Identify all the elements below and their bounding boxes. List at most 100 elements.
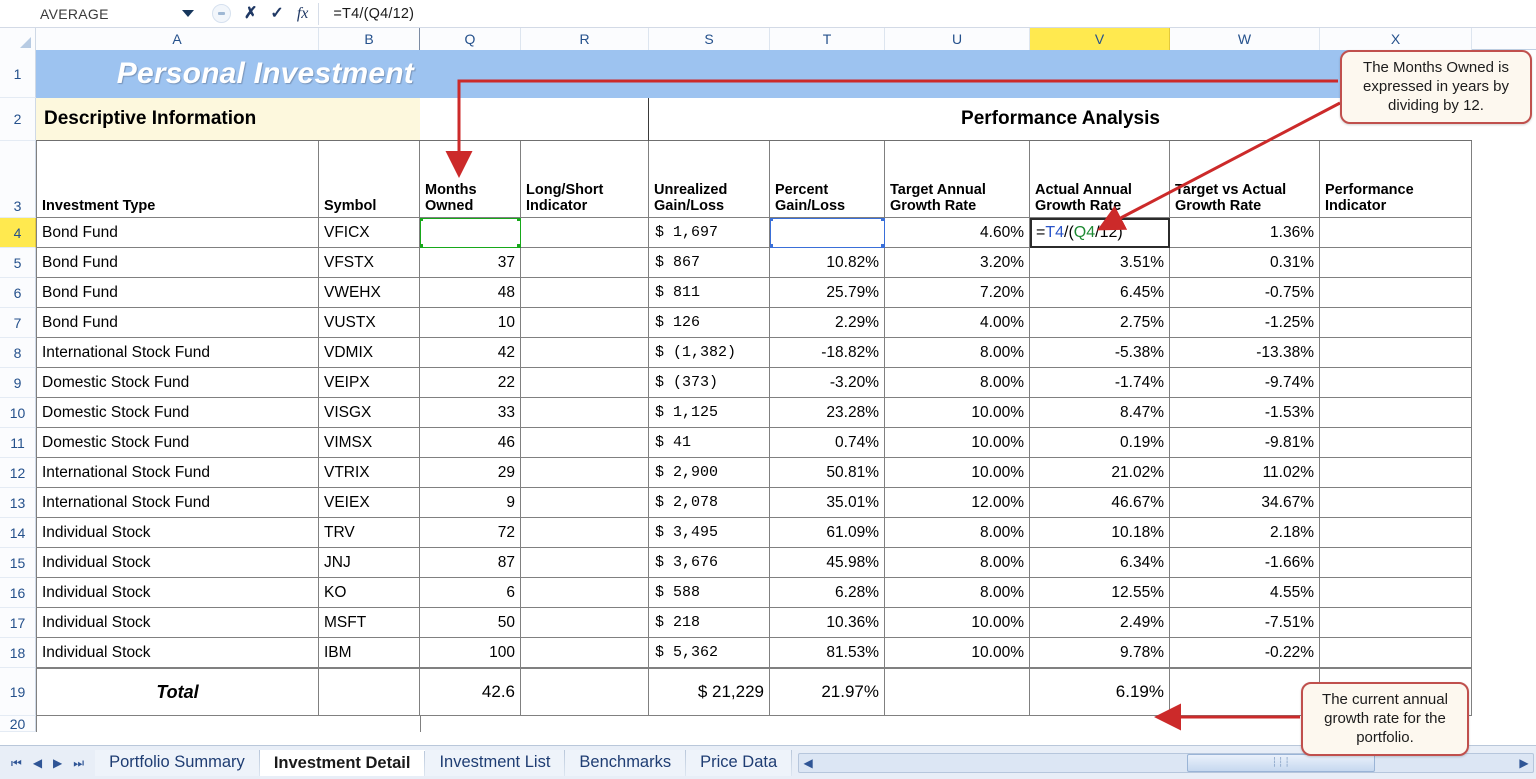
cell-performance-indicator[interactable]	[1320, 458, 1472, 488]
column-header-x[interactable]: X	[1320, 28, 1472, 50]
cell-target-vs-actual-growth-rate[interactable]: -0.22%	[1170, 638, 1320, 668]
cell-target-annual-growth-rate[interactable]: 8.00%	[885, 368, 1030, 398]
row-header-9[interactable]: 9	[0, 368, 36, 398]
first-sheet-icon[interactable]: ⏮	[11, 757, 22, 769]
scroll-right-icon[interactable]: ▶	[1515, 754, 1533, 772]
cell-investment-type[interactable]: Individual Stock	[36, 638, 319, 668]
cell-months-owned[interactable]: 50	[420, 608, 521, 638]
cell-target-vs-actual-growth-rate[interactable]: 34.67%	[1170, 488, 1320, 518]
cell-b3-symbol[interactable]: Symbol	[319, 141, 420, 218]
cell-months-owned[interactable]: 9	[420, 488, 521, 518]
cell-t19-total-percent[interactable]: 21.97%	[770, 668, 885, 716]
cell-q2[interactable]	[420, 98, 521, 141]
confirm-check-icon[interactable]: ✓	[270, 5, 283, 22]
cell-months-owned[interactable]: 22	[420, 368, 521, 398]
cell-percent-gain-loss[interactable]: 10.82%	[770, 248, 885, 278]
cell-t1[interactable]	[770, 50, 885, 98]
cell-target-annual-growth-rate[interactable]: 10.00%	[885, 428, 1030, 458]
cell-a3-investment-type[interactable]: Investment Type	[36, 141, 319, 218]
cell-target-annual-growth-rate[interactable]: 10.00%	[885, 458, 1030, 488]
cell-investment-type[interactable]: International Stock Fund	[36, 488, 319, 518]
cell-performance-indicator[interactable]	[1320, 638, 1472, 668]
cell-actual-annual-growth-rate[interactable]: 46.67%	[1030, 488, 1170, 518]
cell-w1[interactable]	[1170, 50, 1320, 98]
cell-percent-gain-loss[interactable]: 23.28%	[770, 398, 885, 428]
cell-performance-indicator[interactable]	[1320, 398, 1472, 428]
cell-target-vs-actual-growth-rate[interactable]: -0.75%	[1170, 278, 1320, 308]
cell-actual-annual-growth-rate[interactable]: 12.55%	[1030, 578, 1170, 608]
cell-performance-indicator[interactable]	[1320, 248, 1472, 278]
cell-months-owned[interactable]: 46	[420, 428, 521, 458]
row-header-17[interactable]: 17	[0, 608, 36, 638]
cell-performance-indicator[interactable]	[1320, 428, 1472, 458]
cell-percent-gain-loss[interactable]: 45.98%	[770, 548, 885, 578]
row-header-19[interactable]: 19	[0, 668, 36, 716]
cell-performance-indicator[interactable]	[1320, 548, 1472, 578]
cell-percent-gain-loss[interactable]: 81.53%	[770, 638, 885, 668]
cell-target-annual-growth-rate[interactable]: 7.20%	[885, 278, 1030, 308]
cell-performance-indicator[interactable]	[1320, 518, 1472, 548]
cell-months-owned[interactable]	[420, 218, 521, 248]
cell-target-vs-actual-growth-rate[interactable]: -1.53%	[1170, 398, 1320, 428]
formula-input[interactable]: =T4/(Q4/12)	[319, 6, 1536, 22]
row-header-20[interactable]: 20	[0, 716, 36, 732]
column-header-w[interactable]: W	[1170, 28, 1320, 50]
cell-actual-annual-growth-rate-editing[interactable]: = T4/(Q4/12)	[1030, 218, 1170, 248]
row-header-2[interactable]: 2	[0, 98, 36, 141]
row-header-3[interactable]: 3	[0, 141, 36, 218]
cell-investment-type[interactable]: Domestic Stock Fund	[36, 368, 319, 398]
row-header-6[interactable]: 6	[0, 278, 36, 308]
row-header-7[interactable]: 7	[0, 308, 36, 338]
cell-target-annual-growth-rate[interactable]: 8.00%	[885, 578, 1030, 608]
cell-months-owned[interactable]: 37	[420, 248, 521, 278]
cell-long-short-indicator[interactable]	[521, 308, 649, 338]
name-box[interactable]: AVERAGE	[26, 3, 204, 25]
cell-unrealized-gain-loss[interactable]: $ 867	[649, 248, 770, 278]
cell-long-short-indicator[interactable]	[521, 368, 649, 398]
row-header-12[interactable]: 12	[0, 458, 36, 488]
cell-t3-percent-gain-loss[interactable]: Percent Gain/Loss	[770, 141, 885, 218]
column-header-t[interactable]: T	[770, 28, 885, 50]
sheet-tab-price-data[interactable]: Price Data	[686, 749, 793, 776]
cell-unrealized-gain-loss[interactable]: $ 41	[649, 428, 770, 458]
cell-performance-indicator[interactable]	[1320, 578, 1472, 608]
cell-months-owned[interactable]: 29	[420, 458, 521, 488]
row-header-15[interactable]: 15	[0, 548, 36, 578]
cell-symbol[interactable]: VUSTX	[319, 308, 420, 338]
cell-months-owned[interactable]: 87	[420, 548, 521, 578]
cell-months-owned[interactable]: 100	[420, 638, 521, 668]
row-header-8[interactable]: 8	[0, 338, 36, 368]
cell-u19-total-target[interactable]	[885, 668, 1030, 716]
cell-symbol[interactable]: VIMSX	[319, 428, 420, 458]
cell-actual-annual-growth-rate[interactable]: 10.18%	[1030, 518, 1170, 548]
cell-r3-long-short-indicator[interactable]: Long/Short Indicator	[521, 141, 649, 218]
cell-symbol[interactable]: JNJ	[319, 548, 420, 578]
cell-performance-indicator[interactable]	[1320, 608, 1472, 638]
cell-unrealized-gain-loss[interactable]: $ 3,676	[649, 548, 770, 578]
cell-investment-type[interactable]: Individual Stock	[36, 578, 319, 608]
row-header-5[interactable]: 5	[0, 248, 36, 278]
insert-function-icon[interactable]: fx	[297, 5, 309, 23]
cell-r19-total-long-short[interactable]	[521, 668, 649, 716]
cell-actual-annual-growth-rate[interactable]: 2.49%	[1030, 608, 1170, 638]
row-header-10[interactable]: 10	[0, 398, 36, 428]
cell-percent-gain-loss[interactable]: 2.29%	[770, 308, 885, 338]
cancel-x-icon[interactable]: ✗	[244, 5, 257, 22]
cell-target-annual-growth-rate[interactable]: 3.20%	[885, 248, 1030, 278]
cell-unrealized-gain-loss[interactable]: $ 2,078	[649, 488, 770, 518]
row-header-14[interactable]: 14	[0, 518, 36, 548]
cell-target-vs-actual-growth-rate[interactable]: 4.55%	[1170, 578, 1320, 608]
cell-long-short-indicator[interactable]	[521, 278, 649, 308]
cell-target-vs-actual-growth-rate[interactable]: -9.81%	[1170, 428, 1320, 458]
cell-symbol[interactable]: VDMIX	[319, 338, 420, 368]
cell-long-short-indicator[interactable]	[521, 458, 649, 488]
cell-r1[interactable]	[521, 50, 649, 98]
cell-investment-type[interactable]: Domestic Stock Fund	[36, 428, 319, 458]
next-sheet-icon[interactable]: ▶	[53, 757, 62, 769]
cell-months-owned[interactable]: 10	[420, 308, 521, 338]
cell-target-vs-actual-growth-rate[interactable]: -13.38%	[1170, 338, 1320, 368]
cell-long-short-indicator[interactable]	[521, 578, 649, 608]
cell-long-short-indicator[interactable]	[521, 638, 649, 668]
cell-months-owned[interactable]: 6	[420, 578, 521, 608]
cell-target-annual-growth-rate[interactable]: 4.60%	[885, 218, 1030, 248]
